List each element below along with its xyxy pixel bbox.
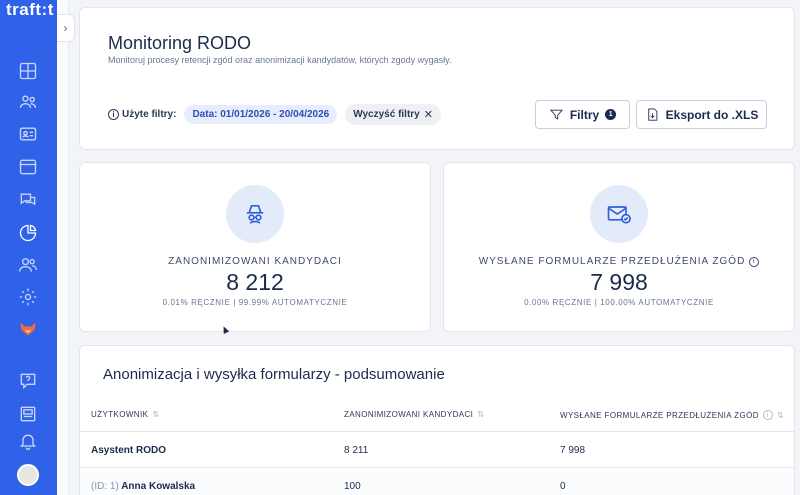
forms-sent-breakdown: 0.00% RĘCZNIE | 100.00% AUTOMATYCZNIE (524, 298, 714, 307)
fox-icon[interactable] (16, 317, 40, 341)
sidebar: traft:t (0, 0, 57, 495)
column-header-anonymized[interactable]: ZANONIMIZOWANI KANDYDACI ⇅ (344, 410, 484, 419)
filters-count-badge: 1 (605, 109, 617, 120)
close-icon[interactable]: ✕ (424, 108, 433, 121)
anonymized-value: 8 212 (226, 269, 284, 295)
export-xls-button[interactable]: Eksport do .XLS (636, 100, 767, 129)
mail-check-icon (590, 185, 648, 243)
filters-label: Użyte filtry: (122, 109, 177, 120)
page-title: Monitoring RODO (108, 33, 252, 53)
column-header-label: UŻYTKOWNIK (91, 410, 149, 419)
forms-sent-stat-card: WYSŁANE FORMULARZE PRZEDŁUŻENIA ZGÓD i 7… (443, 162, 795, 332)
clear-filters-label: Wyczyść filtry (353, 109, 420, 120)
sort-icon[interactable]: ⇅ (477, 410, 484, 419)
summary-card: Anonimizacja i wysyłka formularzy - pods… (79, 345, 795, 495)
settings-gear-icon[interactable] (16, 285, 40, 309)
chevron-right-icon: › (63, 21, 68, 35)
anonymized-label: ZANONIMIZOWANI KANDYDACI (168, 256, 342, 267)
reports-pie-icon[interactable] (16, 221, 40, 245)
sort-icon[interactable]: ⇅ (152, 410, 159, 419)
forms-sent-label-wrap: WYSŁANE FORMULARZE PRZEDŁUŻENIA ZGÓD i (444, 256, 794, 267)
column-header-forms[interactable]: WYSŁANE FORMULARZE PRZEDŁUŻENIA ZGÓD i ⇅ (560, 410, 784, 420)
row-forms: 0 (560, 481, 566, 492)
page-subtitle: Monitoruj procesy retencji zgód oraz ano… (108, 55, 452, 65)
table-row[interactable]: (ID: 1) Anna Kowalska 100 0 (80, 468, 794, 495)
row-anonymized: 8 211 (344, 445, 369, 456)
table-row[interactable]: Asystent RODO 8 211 7 998 (80, 432, 794, 468)
column-header-label: WYSŁANE FORMULARZE PRZEDŁUŻENIA ZGÓD (560, 410, 759, 420)
anonymized-stat-card: ZANONIMIZOWANI KANDYDACI 8 212 0.01% RĘC… (79, 162, 431, 332)
app-logo[interactable]: traft:t (6, 0, 54, 20)
calendar-window-icon[interactable] (16, 155, 40, 179)
filters-button[interactable]: Filtry 1 (535, 100, 630, 129)
row-user-cell: (ID: 1) Anna Kowalska (91, 481, 195, 492)
avatar[interactable] (17, 464, 39, 486)
spy-incognito-icon (226, 185, 284, 243)
id-card-icon[interactable] (16, 122, 40, 146)
row-user-id: (ID: 1) (91, 481, 119, 492)
forms-sent-label: WYSŁANE FORMULARZE PRZEDŁUŻENIA ZGÓD (478, 256, 746, 267)
dashboard-icon[interactable] (16, 59, 40, 83)
date-filter-chip[interactable]: Data: 01/01/2026 - 20/04/2026 (184, 105, 338, 124)
sort-icon[interactable]: ⇅ (777, 411, 784, 420)
active-filters: i Użyte filtry: Data: 01/01/2026 - 20/04… (108, 104, 441, 125)
file-download-icon (647, 108, 657, 121)
filter-funnel-icon (549, 109, 563, 120)
info-icon: i (108, 109, 119, 120)
filters-label-wrap: i Użyte filtry: (108, 109, 176, 120)
filters-button-label: Filtry (569, 107, 600, 122)
help-icon[interactable] (16, 369, 40, 393)
header-card: Monitoring RODO Monitoruj procesy retenc… (79, 7, 795, 150)
export-button-label: Eksport do .XLS (665, 107, 759, 122)
row-anonymized: 100 (344, 481, 361, 492)
row-user: Anna Kowalska (121, 481, 196, 492)
chat-icon[interactable] (16, 188, 40, 212)
info-icon[interactable]: i (749, 256, 760, 267)
news-icon[interactable] (16, 402, 40, 426)
candidates-icon[interactable] (16, 90, 40, 114)
users-icon[interactable] (16, 253, 40, 277)
bell-icon[interactable] (16, 429, 40, 453)
row-user: Asystent RODO (91, 445, 167, 456)
summary-title: Anonimizacja i wysyłka formularzy - pods… (103, 366, 445, 383)
collapse-sidebar-button[interactable]: › (57, 14, 75, 42)
anonymized-breakdown: 0.01% RĘCZNIE | 99.99% AUTOMATYCZNIE (162, 298, 348, 307)
forms-sent-value: 7 998 (590, 269, 648, 295)
table-header: UŻYTKOWNIK ⇅ ZANONIMIZOWANI KANDYDACI ⇅ … (80, 396, 794, 432)
clear-filters-chip[interactable]: Wyczyść filtry ✕ (345, 104, 441, 125)
column-header-label: ZANONIMIZOWANI KANDYDACI (344, 410, 474, 419)
row-forms: 7 998 (560, 445, 586, 456)
info-icon[interactable]: i (762, 410, 773, 420)
sidebar-edge (57, 0, 69, 495)
column-header-user[interactable]: UŻYTKOWNIK ⇅ (91, 410, 159, 419)
